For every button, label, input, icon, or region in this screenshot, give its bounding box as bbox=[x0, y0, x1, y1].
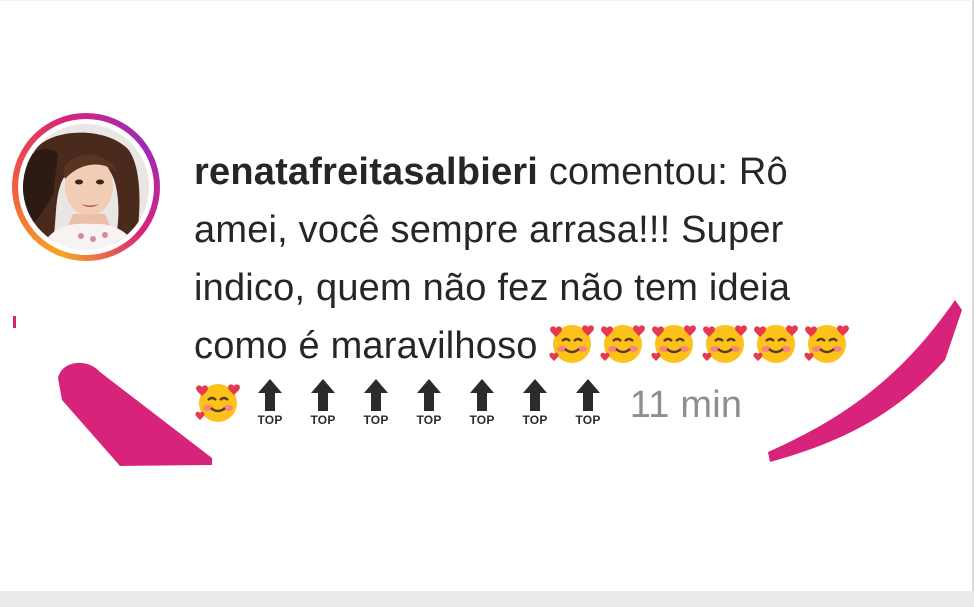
smiling-face-with-hearts-icon bbox=[600, 325, 646, 363]
top-label: TOP bbox=[522, 413, 547, 427]
comment-line-1: renatafreitasalbieri comentou: Rô bbox=[194, 143, 914, 201]
comment-action: comentou: bbox=[548, 151, 729, 193]
top-label: TOP bbox=[469, 413, 494, 427]
smiling-face-with-hearts-icon bbox=[195, 384, 240, 422]
top-arrow-icon: TOP bbox=[257, 379, 282, 427]
comment-text-3: indico, quem não fez não tem ideia bbox=[194, 267, 791, 309]
top-arrow-icon: TOP bbox=[363, 379, 388, 427]
smiling-face-with-hearts-icon bbox=[753, 325, 799, 363]
top-label: TOP bbox=[363, 413, 388, 427]
story-ring[interactable] bbox=[12, 113, 160, 261]
top-label: TOP bbox=[310, 413, 335, 427]
top-label: TOP bbox=[257, 413, 282, 427]
smiling-face-with-hearts-icon bbox=[702, 325, 748, 363]
comment-text-2: amei, você sempre arrasa!!! Super bbox=[194, 209, 784, 251]
emoji-group-top: TOP TOP TOP TOP TOP TOP TOP bbox=[194, 375, 613, 427]
comment-line-4: como é maravilhoso bbox=[194, 317, 914, 375]
top-arrow-icon: TOP bbox=[575, 379, 600, 427]
smiling-face-with-hearts-icon bbox=[651, 325, 697, 363]
smiling-face-with-hearts-icon bbox=[549, 325, 595, 363]
smiling-face-with-hearts-icon bbox=[804, 325, 850, 363]
comment-timestamp: 11 min bbox=[629, 384, 743, 426]
avatar[interactable] bbox=[23, 124, 149, 250]
top-arrow-icon: TOP bbox=[469, 379, 494, 427]
top-arrow-icon: TOP bbox=[310, 379, 335, 427]
comment-text-4: como é maravilhoso bbox=[194, 325, 538, 367]
top-label: TOP bbox=[416, 413, 441, 427]
emoji-group-hearts bbox=[548, 318, 851, 366]
top-arrow-icon: TOP bbox=[416, 379, 441, 427]
top-arrow-icon: TOP bbox=[522, 379, 547, 427]
comment-body: renatafreitasalbieri comentou: Rô amei, … bbox=[194, 143, 914, 434]
bottom-bar bbox=[0, 591, 974, 607]
comment-text-1: Rô bbox=[738, 151, 788, 193]
comment-line-5: TOP TOP TOP TOP TOP TOP TOP 11 min bbox=[194, 375, 914, 434]
avatar-border bbox=[18, 119, 154, 255]
username-link[interactable]: renatafreitasalbieri bbox=[194, 151, 538, 193]
top-label: TOP bbox=[575, 413, 600, 427]
